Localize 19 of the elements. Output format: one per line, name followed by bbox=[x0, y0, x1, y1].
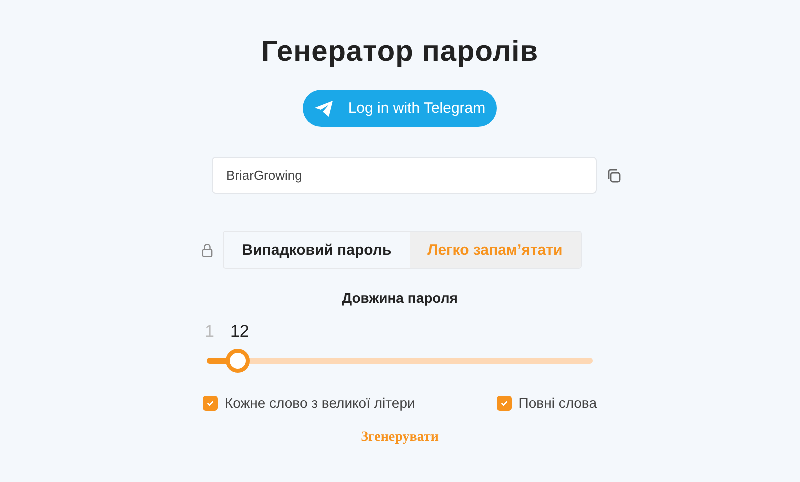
option-label: Кожне слово з великої літери bbox=[225, 395, 416, 411]
check-icon bbox=[500, 398, 509, 408]
slider-track[interactable] bbox=[207, 358, 593, 364]
telegram-login-button[interactable]: Log in with Telegram bbox=[303, 90, 497, 127]
password-field[interactable]: BriarGrowing bbox=[212, 157, 596, 194]
check-icon bbox=[206, 398, 215, 408]
mode-tab[interactable]: Легко запам’ятати bbox=[410, 232, 581, 268]
lock-icon bbox=[202, 242, 214, 258]
length-value: 12 bbox=[230, 322, 250, 342]
slider-thumb[interactable] bbox=[226, 349, 250, 373]
generate-button[interactable]: Згенерувати bbox=[361, 430, 439, 446]
length-label: Довжина пароля bbox=[342, 290, 458, 306]
min-value: 1 bbox=[205, 322, 214, 342]
copy-icon[interactable] bbox=[606, 168, 620, 182]
checkbox[interactable] bbox=[496, 396, 512, 410]
paper-plane-icon bbox=[314, 100, 334, 118]
option-label: Повні слова bbox=[518, 395, 597, 411]
page-title: Генератор паролів bbox=[261, 35, 539, 70]
checkbox[interactable] bbox=[203, 396, 218, 410]
